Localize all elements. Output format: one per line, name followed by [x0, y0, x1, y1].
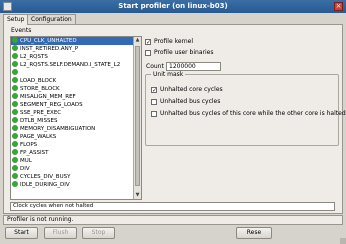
event-label: SSE_PRE_EXEC [20, 110, 62, 116]
unit-mask-legend: Unit mask [151, 71, 186, 78]
list-item[interactable]: DTLB_MISSES [11, 117, 133, 125]
event-label: L2_RQSTS [20, 54, 48, 60]
list-item[interactable]: INST_RETIRED.ANY_P [11, 45, 133, 53]
list-item[interactable]: L2_RQSTS [11, 53, 133, 61]
event-status-icon [12, 181, 18, 187]
event-status-icon [12, 157, 18, 163]
events-label: Events [11, 27, 32, 34]
unit-mask-core-label: Unhalted core cycles [160, 86, 223, 93]
event-label: MUL [20, 158, 32, 164]
event-status-icon [12, 117, 18, 123]
list-item[interactable]: LOAD_BLOCK [11, 77, 133, 85]
list-item[interactable]: MUL [11, 157, 133, 165]
list-item[interactable]: FLOPS [11, 141, 133, 149]
event-label: PAGE_WALKS [20, 134, 57, 140]
event-label: FP_ASSIST [20, 150, 49, 156]
profile-user-label: Profile user binaries [154, 49, 214, 56]
event-status-icon [12, 85, 18, 91]
title-bar: Start profiler (on linux-b03) × [0, 0, 346, 13]
event-label: IDLE_DURING_DIV [20, 182, 70, 188]
list-item[interactable]: SEGMENT_REG_LOADS [11, 101, 133, 109]
resize-grip[interactable] [340, 238, 346, 244]
event-status-icon [12, 37, 18, 43]
tab-configuration[interactable]: Configuration [27, 14, 76, 24]
event-description: Clock cycles when not halted [10, 202, 335, 211]
profile-kernel-label: Profile kernel [154, 38, 194, 45]
profile-user-checkbox[interactable] [145, 50, 151, 56]
event-label: DIV [20, 166, 30, 172]
unit-mask-bus-other-checkbox[interactable] [151, 111, 157, 117]
event-status-icon [12, 93, 18, 99]
event-label: FLOPS [20, 142, 38, 148]
tab-setup[interactable]: Setup [3, 14, 29, 25]
event-label: CPU_CLK_UNHALTED [20, 38, 77, 44]
event-status-icon [12, 149, 18, 155]
events-scrollbar[interactable]: ▲ ▼ [133, 37, 141, 199]
list-item[interactable]: CYCLES_DIV_BUSY [11, 173, 133, 181]
event-label: INST_RETIRED.ANY_P [20, 46, 79, 52]
event-label: MISALIGN_MEM_REF [20, 94, 76, 100]
flush-button[interactable]: Flush [44, 227, 77, 239]
event-label: LOAD_BLOCK [20, 78, 57, 84]
unit-mask-core-checkbox[interactable]: ✓ [151, 87, 157, 94]
scroll-up-icon[interactable]: ▲ [134, 37, 141, 44]
list-item[interactable]: FP_ASSIST [11, 149, 133, 157]
event-status-icon [12, 53, 18, 59]
list-item[interactable] [11, 69, 133, 77]
events-list[interactable]: CPU_CLK_UNHALTED INST_RETIRED.ANY_P L2_RQS… [10, 36, 142, 200]
event-status-icon [12, 45, 18, 51]
event-label: MEMORY_DISAMBIGUATION [20, 126, 96, 132]
profile-kernel-checkbox[interactable]: ✓ [145, 39, 151, 46]
unit-mask-bus-checkbox[interactable] [151, 99, 157, 105]
list-item[interactable]: MISALIGN_MEM_REF [11, 93, 133, 101]
list-item[interactable]: MEMORY_DISAMBIGUATION [11, 125, 133, 133]
start-button[interactable]: Start [5, 227, 38, 239]
list-item[interactable]: DIV [11, 165, 133, 173]
count-label: Count [146, 63, 164, 70]
count-input[interactable]: 1200000 [166, 62, 221, 71]
event-status-icon [12, 77, 18, 83]
stop-button[interactable]: Stop [82, 227, 115, 239]
window-title: Start profiler (on linux-b03) [118, 2, 228, 10]
event-status-icon [12, 109, 18, 115]
close-icon[interactable]: × [334, 2, 343, 11]
event-status-icon [12, 125, 18, 131]
unit-mask-bus-other-label: Unhalted bus cycles of this core while t… [160, 110, 346, 117]
list-item[interactable]: STORE_BLOCK [11, 85, 133, 93]
unit-mask-bus-label: Unhalted bus cycles [160, 98, 221, 105]
status-bar: Profiler is not running. [3, 215, 343, 225]
unit-mask-group: Unit mask ✓ Unhalted core cycles Unhalte… [145, 71, 346, 146]
event-label: DTLB_MISSES [20, 118, 58, 124]
events-list-items: CPU_CLK_UNHALTED INST_RETIRED.ANY_P L2_RQS… [11, 37, 133, 199]
event-label: SEGMENT_REG_LOADS [20, 102, 83, 108]
reset-button[interactable]: Rese [236, 227, 272, 239]
list-item[interactable]: L2_RQSTS.SELF.DEMAND.I_STATE_L2 [11, 61, 133, 69]
event-status-icon [12, 133, 18, 139]
scroll-down-icon[interactable]: ▼ [134, 192, 141, 199]
setup-panel: Events CPU_CLK_UNHALTED INST_RETIRED.ANY_… [3, 24, 346, 214]
event-status-icon [12, 165, 18, 171]
event-status-icon [12, 173, 18, 179]
list-item[interactable]: CPU_CLK_UNHALTED [11, 37, 133, 45]
event-label: STORE_BLOCK [20, 86, 60, 92]
list-item[interactable]: SSE_PRE_EXEC [11, 109, 133, 117]
event-status-icon [12, 69, 18, 75]
event-label: L2_RQSTS.SELF.DEMAND.I_STATE_L2 [20, 62, 121, 68]
event-status-icon [12, 61, 18, 67]
event-label: CYCLES_DIV_BUSY [20, 174, 71, 180]
list-item[interactable]: IDLE_DURING_DIV [11, 181, 133, 189]
list-item[interactable]: PAGE_WALKS [11, 133, 133, 141]
event-status-icon [12, 141, 18, 147]
scroll-thumb[interactable] [135, 46, 140, 186]
event-status-icon [12, 101, 18, 107]
